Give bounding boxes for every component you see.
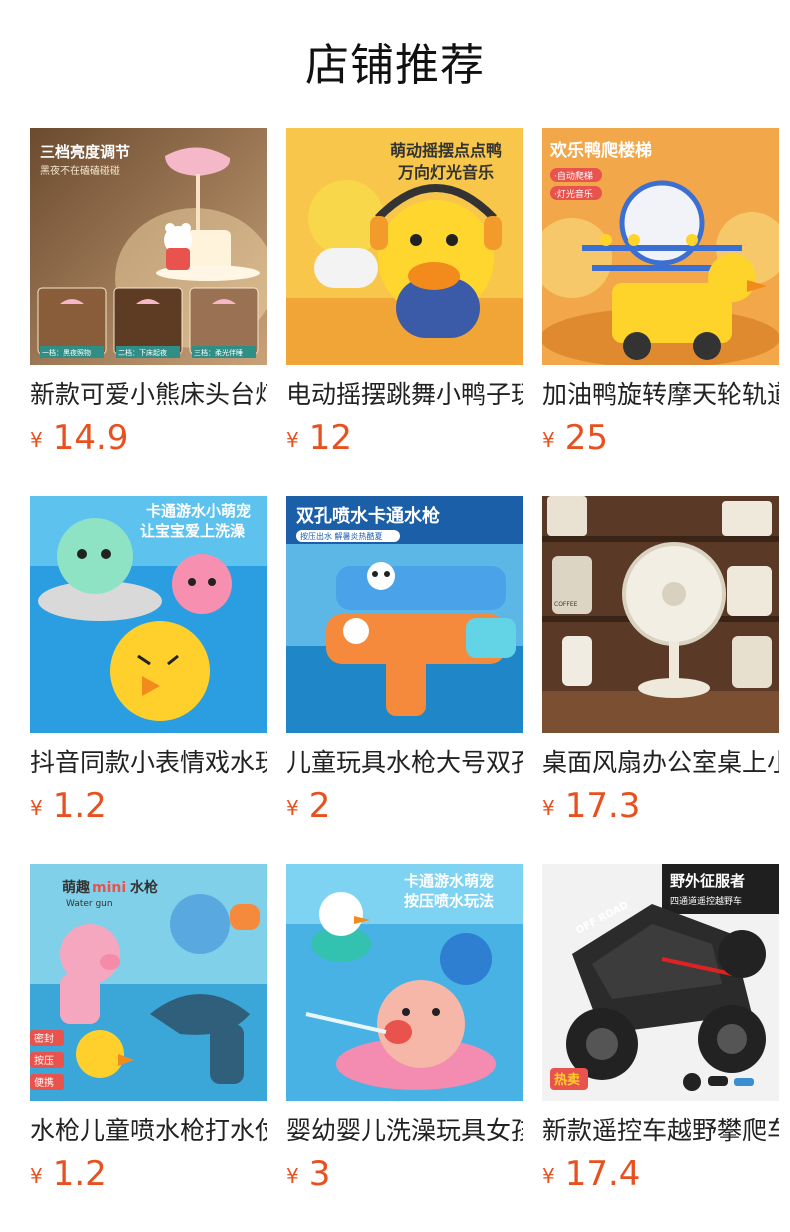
image-subline: 黑夜不在磕磕碰碰 [40, 164, 120, 177]
rc-car-image: 野外征服者 四通道遥控越野车 OFF ROAD 热卖 [542, 864, 779, 1101]
product-image[interactable]: 萌动摇摆点点鸭 万向灯光音乐 [286, 128, 523, 365]
price-amount: 2 [308, 786, 331, 826]
product-image[interactable]: 双孔喷水卡通水枪 按压出水 解暑炎热酷夏 [286, 496, 523, 733]
currency-symbol: ¥ [30, 428, 43, 452]
image-headline: 萌趣 [62, 879, 91, 896]
currency-symbol: ¥ [542, 1164, 555, 1188]
product-name[interactable]: 加油鸭旋转摩天轮轨道车 [542, 378, 779, 412]
price-amount: 14.9 [52, 418, 129, 458]
product-card[interactable]: 萌趣 mini 水枪 Water gun 密封 按压 便携 水枪儿童喷水枪打水仗… [30, 864, 267, 1232]
image-headline-accent: mini [92, 880, 126, 896]
price-amount: 3 [308, 1154, 331, 1194]
product-name[interactable]: 新款遥控车越野攀爬车 [542, 1114, 779, 1148]
image-headline: 卡通游水萌宠 [404, 872, 494, 890]
product-price: ¥17.4 [542, 1154, 640, 1194]
bath-toys-image: 卡通游水小萌宠 让宝宝爱上洗澡 [30, 496, 267, 733]
currency-symbol: ¥ [30, 1164, 43, 1188]
currency-symbol: ¥ [286, 796, 299, 820]
product-name[interactable]: 电动摇摆跳舞小鸭子玩具 [286, 378, 523, 412]
product-name[interactable]: 抖音同款小表情戏水玩具 [30, 746, 267, 780]
product-price: ¥14.9 [30, 418, 128, 458]
product-card[interactable]: 双孔喷水卡通水枪 按压出水 解暑炎热酷夏 儿童玩具水枪大号双孔 ¥2 [286, 496, 523, 864]
product-card[interactable]: 萌动摇摆点点鸭 万向灯光音乐 电动摇摆跳舞小鸭子玩具 ¥12 [286, 128, 523, 496]
image-tag: ·灯光音乐 [554, 188, 593, 200]
mini-water-gun-image: 萌趣 mini 水枪 Water gun 密封 按压 便携 [30, 864, 267, 1101]
product-image[interactable]: 卡通游水萌宠 按压喷水玩法 [286, 864, 523, 1101]
image-headline: 野外征服者 [670, 872, 745, 890]
price-amount: 1.2 [52, 786, 107, 826]
price-amount: 1.2 [52, 1154, 107, 1194]
product-name[interactable]: 新款可爱小熊床头台灯 [30, 378, 267, 412]
product-card[interactable]: 三档亮度调节 黑夜不在磕磕碰碰 一档：黑夜照物 二档：下床起夜 三档：柔光伴睡 [30, 128, 267, 496]
product-price: ¥1.2 [30, 1154, 107, 1194]
product-image[interactable]: 野外征服者 四通道遥控越野车 OFF ROAD 热卖 [542, 864, 779, 1101]
image-subline: 让宝宝爱上洗澡 [140, 522, 246, 540]
image-tag: 按压 [34, 1054, 54, 1067]
product-image[interactable]: 欢乐鸭爬楼梯 ·自动爬梯 ·灯光音乐 [542, 128, 779, 365]
image-tag: 三档：柔光伴睡 [194, 348, 243, 357]
image-headline: 双孔喷水卡通水枪 [296, 505, 440, 527]
price-amount: 17.3 [564, 786, 641, 826]
image-headline: 欢乐鸭爬楼梯 [549, 140, 652, 161]
section-title: 店铺推荐 [305, 40, 485, 91]
product-card[interactable]: 野外征服者 四通道遥控越野车 OFF ROAD 热卖 新款遥控车越野攀爬车 ¥1… [542, 864, 779, 1232]
currency-symbol: ¥ [286, 1164, 299, 1188]
product-price: ¥3 [286, 1154, 330, 1194]
water-gun-image: 双孔喷水卡通水枪 按压出水 解暑炎热酷夏 [286, 496, 523, 733]
dancing-duck-image: 萌动摇摆点点鸭 万向灯光音乐 [286, 128, 523, 365]
currency-symbol: ¥ [286, 428, 299, 452]
product-image[interactable]: 卡通游水小萌宠 让宝宝爱上洗澡 [30, 496, 267, 733]
image-subline: 四通道遥控越野车 [670, 895, 742, 907]
currency-symbol: ¥ [30, 796, 43, 820]
pig-squirt-image: 卡通游水萌宠 按压喷水玩法 [286, 864, 523, 1101]
image-subline: 按压出水 解暑炎热酷夏 [300, 531, 383, 541]
product-card[interactable]: 欢乐鸭爬楼梯 ·自动爬梯 ·灯光音乐 加油鸭旋转摩天轮轨道车 ¥25 [542, 128, 779, 496]
product-name[interactable]: 水枪儿童喷水枪打水仗 [30, 1114, 267, 1148]
price-amount: 12 [308, 418, 352, 458]
image-tag: 一档：黑夜照物 [42, 348, 91, 357]
image-label: COFFEE [554, 601, 578, 608]
image-subline: 按压喷水玩法 [404, 892, 494, 910]
product-price: ¥25 [542, 418, 608, 458]
currency-symbol: ¥ [542, 796, 555, 820]
product-grid: 三档亮度调节 黑夜不在磕磕碰碰 一档：黑夜照物 二档：下床起夜 三档：柔光伴睡 [30, 128, 790, 1232]
image-tag: 二档：下床起夜 [118, 348, 167, 357]
image-headline-tail: 水枪 [130, 879, 158, 896]
bear-lamp-image: 三档亮度调节 黑夜不在磕磕碰碰 一档：黑夜照物 二档：下床起夜 三档：柔光伴睡 [30, 128, 267, 365]
product-image[interactable]: 三档亮度调节 黑夜不在磕磕碰碰 一档：黑夜照物 二档：下床起夜 三档：柔光伴睡 [30, 128, 267, 365]
product-price: ¥1.2 [30, 786, 107, 826]
product-price: ¥2 [286, 786, 330, 826]
price-amount: 25 [564, 418, 608, 458]
image-subline: 万向灯光音乐 [397, 163, 494, 182]
currency-symbol: ¥ [542, 428, 555, 452]
image-subline: Water gun [66, 899, 113, 909]
product-card[interactable]: 卡通游水萌宠 按压喷水玩法 婴幼婴儿洗澡玩具女孩 ¥3 [286, 864, 523, 1232]
product-name[interactable]: 桌面风扇办公室桌上小风扇 [542, 746, 779, 780]
image-tag: ·自动爬梯 [554, 170, 593, 182]
product-card[interactable]: 卡通游水小萌宠 让宝宝爱上洗澡 抖音同款小表情戏水玩具 ¥1.2 [30, 496, 267, 864]
image-headline: 卡通游水小萌宠 [146, 502, 251, 520]
image-tag: 密封 [34, 1032, 54, 1045]
product-name[interactable]: 儿童玩具水枪大号双孔 [286, 746, 523, 780]
image-tag: 便携 [34, 1076, 54, 1089]
desk-fan-image: COFFEE [542, 496, 779, 733]
product-image[interactable]: 萌趣 mini 水枪 Water gun 密封 按压 便携 [30, 864, 267, 1101]
price-amount: 17.4 [564, 1154, 641, 1194]
product-price: ¥12 [286, 418, 352, 458]
image-headline: 萌动摇摆点点鸭 [390, 141, 502, 160]
image-badge: 热卖 [554, 1072, 580, 1088]
product-image[interactable]: COFFEE [542, 496, 779, 733]
product-name[interactable]: 婴幼婴儿洗澡玩具女孩 [286, 1114, 523, 1148]
duck-slide-image: 欢乐鸭爬楼梯 ·自动爬梯 ·灯光音乐 [542, 128, 779, 365]
image-headline: 三档亮度调节 [40, 143, 130, 161]
product-price: ¥17.3 [542, 786, 640, 826]
product-card[interactable]: COFFEE 桌面风扇办公室桌上小风扇 ¥17.3 [542, 496, 779, 864]
